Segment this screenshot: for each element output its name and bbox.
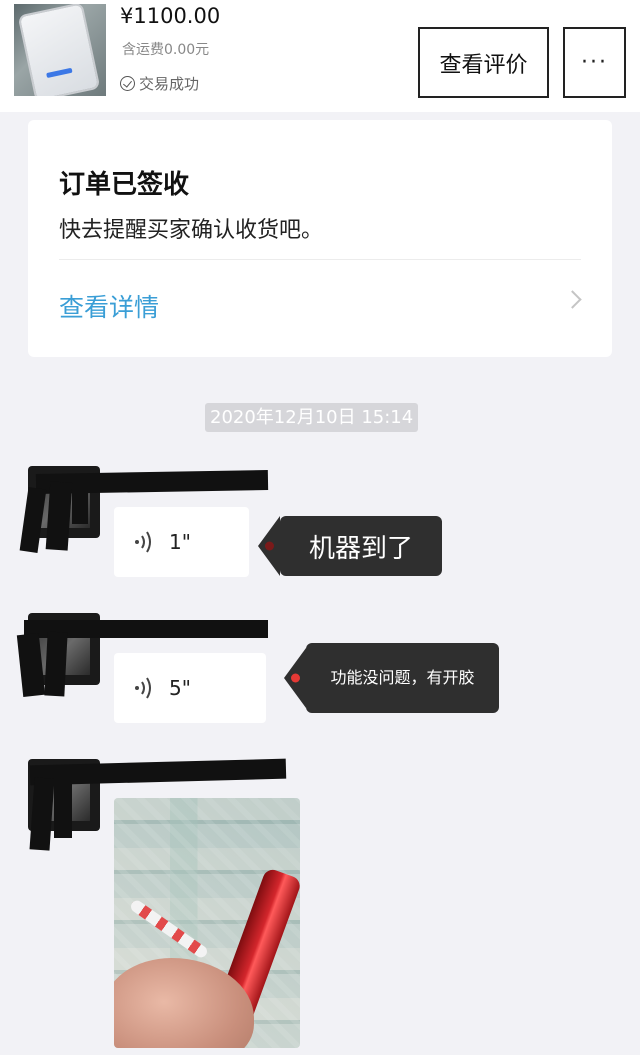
voice-wave-icon <box>135 677 151 699</box>
more-options-button[interactable]: ··· <box>563 27 626 98</box>
chevron-right-icon[interactable] <box>563 290 582 309</box>
tag-dot <box>265 541 274 551</box>
redaction-mark <box>72 484 88 524</box>
order-subtitle: 快去提醒买家确认收货吧。 <box>59 218 324 243</box>
order-title: 订单已签收 <box>59 170 190 200</box>
tag-dot <box>291 673 300 683</box>
shipping-fee: 含运费0.00元 <box>122 42 210 58</box>
voice-wave-icon <box>135 531 151 553</box>
caption-tag: 功能没问题，有开胶 <box>291 643 499 713</box>
trade-status: 交易成功 <box>120 73 199 94</box>
check-circle-icon <box>120 76 135 91</box>
product-header: ¥1100.00 含运费0.00元 交易成功 查看评价 ··· <box>0 0 640 112</box>
view-details-link[interactable]: 查看详情 <box>59 288 159 324</box>
product-thumbnail[interactable] <box>14 4 106 96</box>
view-review-button[interactable]: 查看评价 <box>418 27 549 98</box>
voice-duration: 1" <box>169 530 191 554</box>
voice-message[interactable]: 1" <box>114 507 249 577</box>
bottom-edge <box>0 1049 640 1055</box>
divider <box>59 259 581 260</box>
voice-duration: 5" <box>169 676 191 700</box>
voice-message[interactable]: 5" <box>114 653 266 723</box>
redaction-mark <box>54 774 72 838</box>
redaction-mark <box>45 481 73 551</box>
caption-text: 机器到了 <box>308 533 413 564</box>
caption-text: 功能没问题，有开胶 <box>330 668 475 687</box>
order-status-card: 订单已签收 快去提醒买家确认收货吧。 查看详情 <box>28 120 612 357</box>
redaction-mark <box>29 777 55 851</box>
phone-image <box>19 4 99 96</box>
image-message[interactable] <box>114 798 300 1048</box>
chat-timestamp: 2020年12月10日 15:14 <box>205 403 419 432</box>
caption-tag: 机器到了 <box>265 516 442 576</box>
trade-status-label: 交易成功 <box>139 75 200 93</box>
redaction-mark <box>44 631 68 697</box>
product-price: ¥1100.00 <box>120 4 221 28</box>
